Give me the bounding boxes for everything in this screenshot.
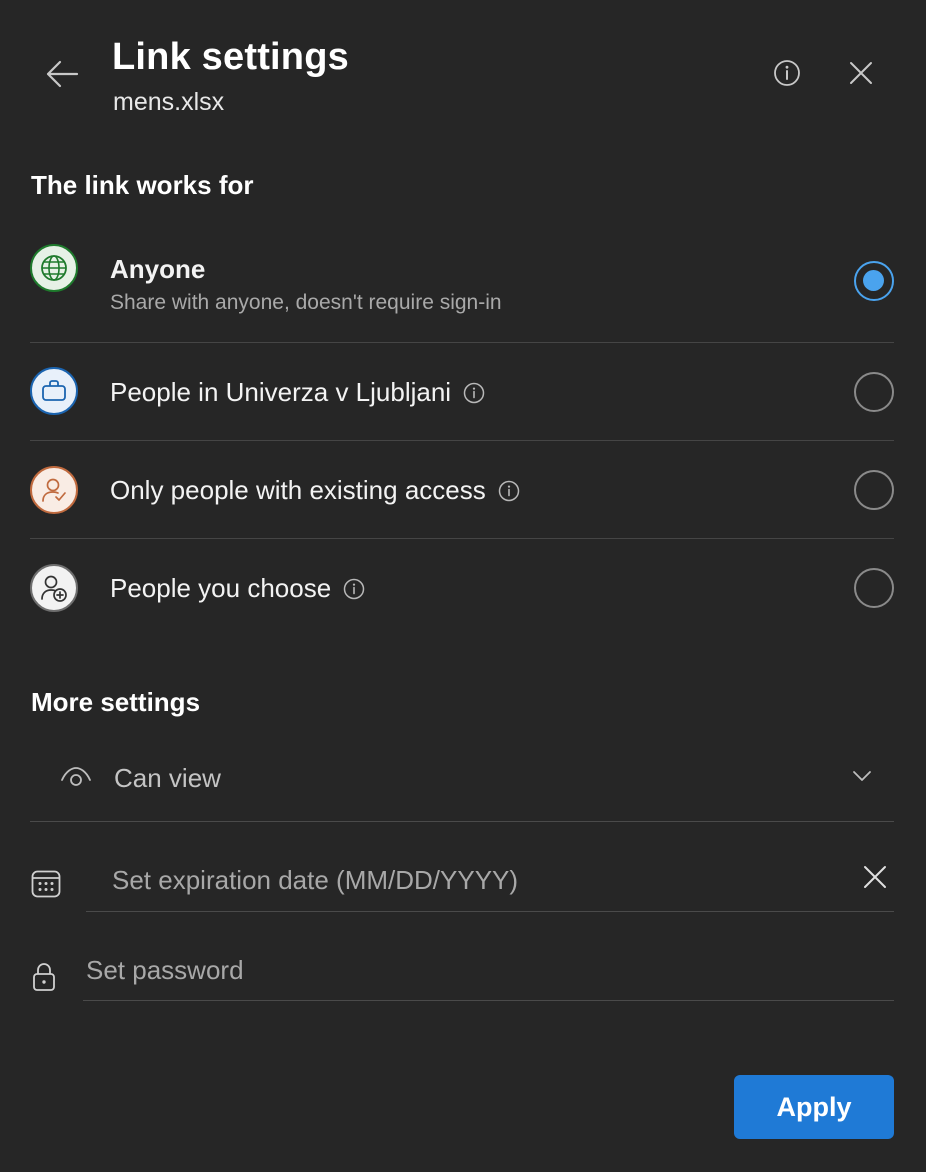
password-field: [83, 941, 894, 1001]
radio-people-you-choose[interactable]: [854, 568, 894, 608]
globe-icon: [41, 255, 67, 281]
page-title: Link settings: [112, 36, 349, 78]
clear-date-button[interactable]: [858, 860, 892, 894]
option-label: People in Univerza v Ljubljani: [110, 377, 452, 407]
person-check-badge: [30, 466, 78, 514]
globe-badge: [30, 244, 78, 292]
option-people-in-org[interactable]: People in Univerza v Ljubljani: [30, 343, 894, 440]
option-label-wrap: Only people with existing access: [110, 475, 520, 506]
link-settings-panel: Link settings mens.xlsx The link works f…: [0, 0, 926, 1172]
info-icon[interactable]: [463, 382, 485, 404]
option-label: People you choose: [110, 573, 332, 603]
option-sublabel: Share with anyone, doesn't require sign-…: [110, 291, 502, 314]
option-existing-access[interactable]: Only people with existing access: [30, 441, 894, 538]
eye-icon: [61, 767, 91, 786]
option-label: Only people with existing access: [110, 475, 486, 505]
info-icon[interactable]: [498, 480, 520, 502]
apply-button[interactable]: Apply: [734, 1075, 894, 1139]
back-button[interactable]: [40, 52, 84, 96]
person-add-icon: [41, 575, 67, 602]
info-icon[interactable]: [343, 578, 365, 600]
chevron-down-icon: [853, 771, 871, 781]
divider: [30, 821, 894, 822]
radio-people-in-org[interactable]: [854, 372, 894, 412]
expiration-date-field: [86, 850, 894, 912]
permission-value: Can view: [114, 763, 221, 793]
radio-anyone[interactable]: [854, 261, 894, 301]
link-works-for-heading: The link works for: [31, 170, 254, 200]
briefcase-badge: [30, 367, 78, 415]
person-add-badge: [30, 564, 78, 612]
close-button[interactable]: [842, 54, 880, 92]
more-settings-heading: More settings: [31, 687, 201, 717]
permission-dropdown[interactable]: Can view: [30, 745, 894, 815]
option-label-wrap: People you choose: [110, 573, 365, 604]
calendar-icon: [31, 870, 61, 898]
expiration-date-input[interactable]: [86, 850, 894, 911]
radio-existing-access[interactable]: [854, 470, 894, 510]
option-anyone[interactable]: Anyone Share with anyone, doesn't requir…: [30, 244, 894, 342]
person-check-icon: [42, 478, 66, 502]
file-name: mens.xlsx: [113, 88, 225, 116]
arrow-left-icon: [46, 60, 79, 88]
option-people-you-choose[interactable]: People you choose: [30, 539, 894, 636]
lock-icon: [33, 963, 55, 991]
password-input[interactable]: [83, 941, 894, 1000]
option-label-wrap: People in Univerza v Ljubljani: [110, 377, 485, 408]
info-icon: [774, 60, 800, 86]
close-icon: [850, 62, 872, 84]
briefcase-icon: [42, 380, 66, 401]
option-label: Anyone: [110, 254, 206, 284]
info-button[interactable]: [768, 54, 806, 92]
close-icon: [864, 866, 886, 888]
